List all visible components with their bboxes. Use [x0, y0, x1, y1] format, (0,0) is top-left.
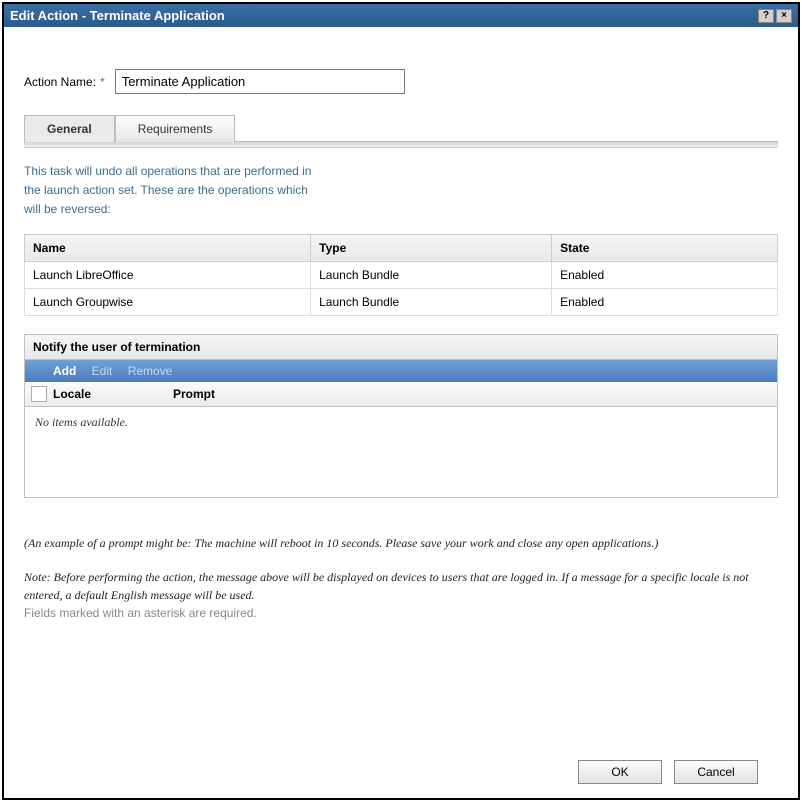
col-state: State: [552, 234, 778, 261]
cell-name: Launch Groupwise: [25, 288, 311, 315]
notify-box: Notify the user of termination Add Edit …: [24, 334, 778, 498]
task-description: This task will undo all operations that …: [24, 162, 778, 220]
tab-underline: [24, 142, 778, 148]
action-name-input[interactable]: [115, 69, 405, 94]
cell-type: Launch Bundle: [311, 288, 552, 315]
notify-empty: No items available.: [25, 407, 777, 497]
cancel-button[interactable]: Cancel: [674, 760, 758, 784]
dialog: Edit Action - Terminate Application ? × …: [2, 2, 800, 800]
close-icon[interactable]: ×: [776, 9, 792, 23]
cell-type: Launch Bundle: [311, 261, 552, 288]
notify-title: Notify the user of termination: [25, 335, 777, 360]
col-prompt: Prompt: [173, 387, 215, 401]
select-all-checkbox[interactable]: [31, 386, 47, 402]
window-title: Edit Action - Terminate Application: [10, 8, 225, 23]
cell-name: Launch LibreOffice: [25, 261, 311, 288]
required-asterisk: *: [100, 75, 105, 89]
tab-general[interactable]: General: [24, 115, 115, 142]
edit-button[interactable]: Edit: [92, 364, 113, 378]
table-row[interactable]: Launch Groupwise Launch Bundle Enabled: [25, 288, 778, 315]
titlebar-controls: ? ×: [758, 9, 792, 23]
col-name: Name: [25, 234, 311, 261]
dialog-footer: OK Cancel: [24, 748, 778, 798]
operations-table: Name Type State Launch LibreOffice Launc…: [24, 234, 778, 316]
titlebar: Edit Action - Terminate Application ? ×: [4, 4, 798, 27]
cell-state: Enabled: [552, 288, 778, 315]
col-type: Type: [311, 234, 552, 261]
tab-requirements[interactable]: Requirements: [115, 115, 236, 142]
tabs: General Requirements: [24, 114, 778, 142]
ok-button[interactable]: OK: [578, 760, 662, 784]
table-header-row: Name Type State: [25, 234, 778, 261]
example-text: (An example of a prompt might be: The ma…: [24, 534, 778, 552]
note-text: Note: Before performing the action, the …: [24, 568, 778, 604]
notify-toolbar: Add Edit Remove: [25, 360, 777, 382]
notify-columns: Locale Prompt: [25, 382, 777, 407]
dialog-content: Action Name: * General Requirements This…: [4, 27, 798, 798]
cell-state: Enabled: [552, 261, 778, 288]
action-name-label: Action Name:: [24, 75, 96, 89]
add-button[interactable]: Add: [53, 364, 76, 378]
table-row[interactable]: Launch LibreOffice Launch Bundle Enabled: [25, 261, 778, 288]
help-icon[interactable]: ?: [758, 9, 774, 23]
remove-button[interactable]: Remove: [128, 364, 173, 378]
action-name-row: Action Name: *: [24, 69, 778, 94]
required-hint: Fields marked with an asterisk are requi…: [24, 606, 778, 620]
col-locale: Locale: [53, 387, 173, 401]
